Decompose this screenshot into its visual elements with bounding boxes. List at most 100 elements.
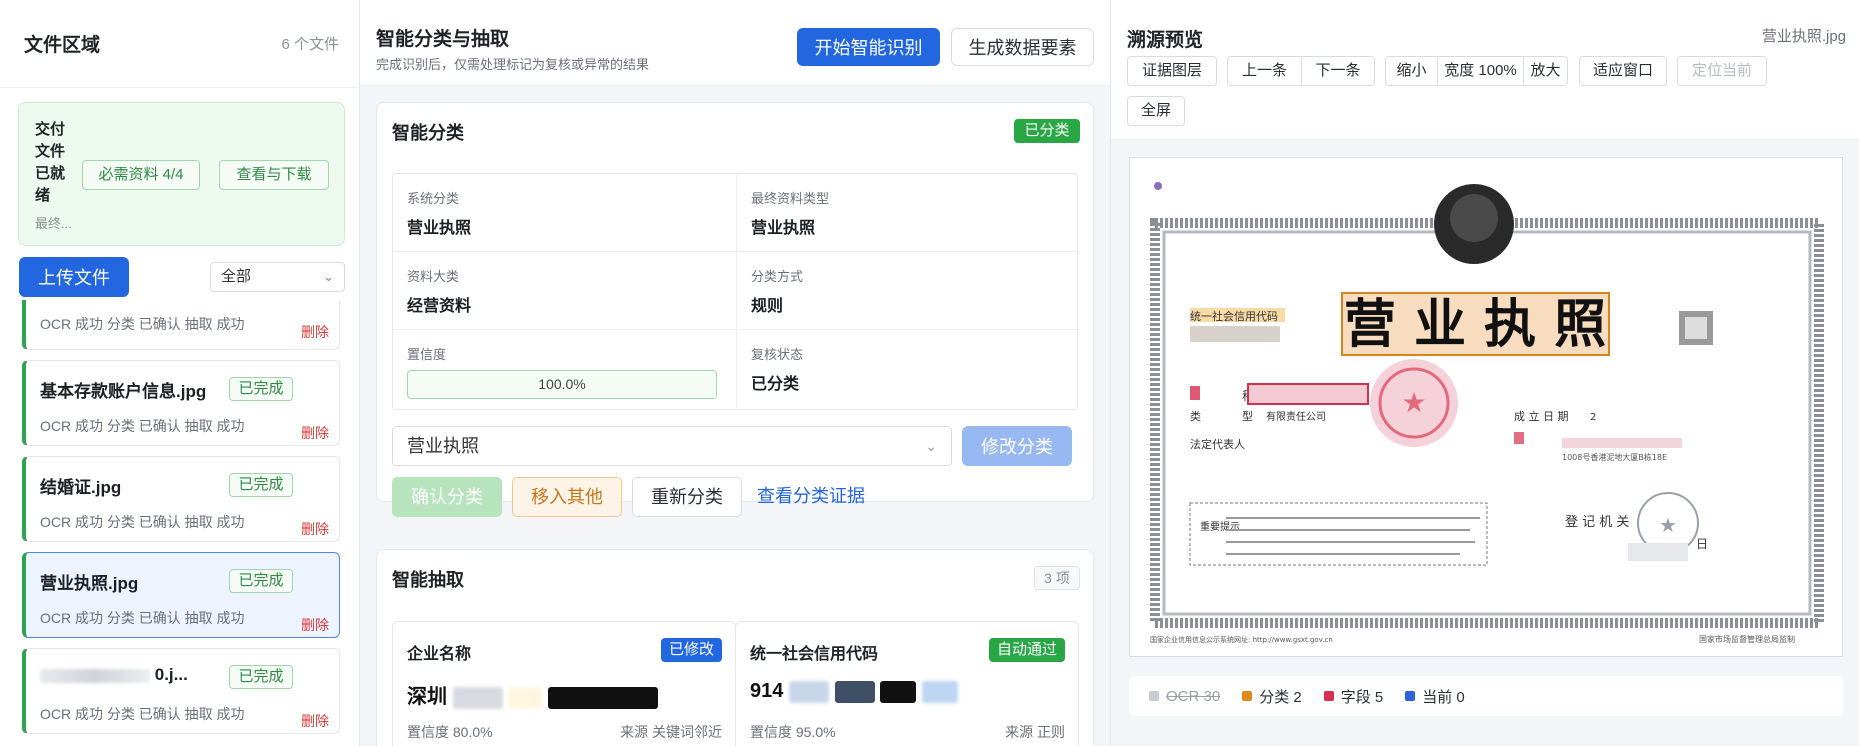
legend-label: 分类 2 <box>1259 688 1302 706</box>
chevron-down-icon: ⌄ <box>323 269 334 284</box>
field-confidence: 置信度 95.0% <box>750 724 836 740</box>
info-label: 复核状态 <box>751 347 804 362</box>
delete-file-button[interactable]: 删除 <box>301 423 329 443</box>
info-label: 分类方式 <box>751 269 804 284</box>
delete-file-button[interactable]: 删除 <box>301 322 329 342</box>
file-item[interactable]: 结婚证.jpg 已完成 OCR 成功 分类 已确认 抽取 成功 删除 <box>22 456 340 542</box>
file-filter-value: 全部 <box>221 268 252 285</box>
generate-data-elements-button[interactable]: 生成数据要素 <box>951 28 1094 66</box>
file-item[interactable]: 0.j... 已完成 OCR 成功 分类 已确认 抽取 成功 删除 <box>22 648 340 734</box>
file-item[interactable]: OCR 成功 分类 已确认 抽取 成功 删除 <box>22 300 340 350</box>
file-name: 基本存款账户信息.jpg <box>40 382 207 401</box>
move-to-other-button[interactable]: 移入其他 <box>512 477 622 517</box>
prev-item-button[interactable]: 上一条 <box>1228 57 1302 85</box>
trace-preview-header: 溯源预览 营业执照.jpg 证据图层 上一条 下一条 缩小 宽度 100% 放大… <box>1111 0 1859 140</box>
company-type-value: 有限责任公司 <box>1266 410 1326 423</box>
file-name-suffix: 0.j... <box>154 665 188 684</box>
redacted-text <box>40 668 150 683</box>
footer-website: 国家企业信用信息公示系统网址: http://www.gsxt.gov.cn <box>1150 635 1333 644</box>
delivery-ready-card: 交付文件已就绪 必需资料 4/4 查看与下载 最终... <box>18 102 345 246</box>
legend-ocr[interactable]: OCR 30 <box>1149 688 1220 705</box>
info-value: 经营资料 <box>407 298 472 315</box>
extracted-field-card[interactable]: 企业名称 已修改 深圳 置信度 80.0% 来源 关键词邻近 <box>392 621 736 746</box>
view-evidence-link[interactable]: 查看分类证据 <box>757 477 877 517</box>
extraction-card: 智能抽取 3 项 企业名称 已修改 深圳 置信度 80.0% 来源 关键词邻近 … <box>376 549 1094 746</box>
next-item-button[interactable]: 下一条 <box>1302 57 1374 85</box>
trace-preview-panel: 溯源预览 营业执照.jpg 证据图层 上一条 下一条 缩小 宽度 100% 放大… <box>1110 0 1859 746</box>
file-status-meta: OCR 成功 分类 已确认 抽取 成功 <box>40 706 245 722</box>
legend-fields[interactable]: 字段 5 <box>1323 686 1384 707</box>
file-panel: 文件区域 6 个文件 交付文件已就绪 必需资料 4/4 查看与下载 最终... … <box>0 0 360 746</box>
modify-classification-button[interactable]: 修改分类 <box>962 426 1072 466</box>
zoom-width-button[interactable]: 宽度 100% <box>1438 57 1524 85</box>
file-done-badge: 已完成 <box>229 473 293 497</box>
classification-card: 智能分类 已分类 系统分类 营业执照 最终资料类型 营业执照 资料大类 经营资料… <box>376 102 1094 517</box>
fit-window-button[interactable]: 适应窗口 <box>1579 56 1667 86</box>
file-item[interactable]: 基本存款账户信息.jpg 已完成 OCR 成功 分类 已确认 抽取 成功 删除 <box>22 360 340 446</box>
address-hint: 1008号香港泥地大厦B栋18E <box>1562 452 1667 462</box>
legend-swatch <box>1405 691 1416 701</box>
start-recognition-button[interactable]: 开始智能识别 <box>797 28 940 66</box>
delete-file-button[interactable]: 删除 <box>301 711 329 731</box>
info-label: 系统分类 <box>407 191 460 206</box>
notice-label: 重要提示 <box>1200 520 1240 533</box>
delete-file-button[interactable]: 删除 <box>301 615 329 635</box>
field-confidence: 置信度 80.0% <box>407 724 493 740</box>
founded-label: 成 立 日 期 <box>1514 409 1569 423</box>
info-value: 已分类 <box>751 376 800 393</box>
file-panel-header: 文件区域 6 个文件 <box>0 0 359 88</box>
legend-label: 字段 5 <box>1340 688 1384 706</box>
field-source: 来源 正则 <box>1005 724 1065 740</box>
classified-badge: 已分类 <box>1014 119 1080 143</box>
info-cell: 最终资料类型 营业执照 <box>736 174 1079 252</box>
redacted-text <box>508 686 543 709</box>
zoom-out-button[interactable]: 缩小 <box>1386 57 1438 85</box>
file-name: 0.j... <box>40 665 188 685</box>
redacted-text <box>921 680 958 703</box>
reclassify-button[interactable]: 重新分类 <box>632 477 742 517</box>
redacted-text <box>547 686 658 709</box>
file-status-meta: OCR 成功 分类 已确认 抽取 成功 <box>40 316 245 332</box>
file-done-badge: 已完成 <box>229 665 293 689</box>
file-name: 营业执照.jpg <box>40 574 139 593</box>
field-value: 深圳 <box>407 680 658 709</box>
confidence-bar: 100.0% <box>407 370 717 399</box>
file-status-meta: OCR 成功 分类 已确认 抽取 成功 <box>40 418 245 434</box>
legal-rep-label: 法定代表人 <box>1190 437 1245 451</box>
upload-file-button[interactable]: 上传文件 <box>19 257 129 297</box>
extracted-field-card[interactable]: 统一社会信用代码 自动通过 914 置信度 95.0% 来源 正则 <box>735 621 1079 746</box>
file-filter-select[interactable]: 全部 ⌄ <box>210 262 345 292</box>
file-done-badge: 已完成 <box>229 377 293 401</box>
info-value: 营业执照 <box>407 220 472 237</box>
field-label: 企业名称 <box>407 646 472 663</box>
evidence-layer-button[interactable]: 证据图层 <box>1127 56 1217 86</box>
delete-file-button[interactable]: 删除 <box>301 519 329 539</box>
legend-classify[interactable]: 分类 2 <box>1242 686 1302 707</box>
document-type-select[interactable]: 营业执照 ⌄ <box>392 426 952 466</box>
field-status-badge: 自动通过 <box>988 638 1065 662</box>
extraction-count-badge: 3 项 <box>1034 566 1080 590</box>
zoom-in-button[interactable]: 放大 <box>1524 57 1567 85</box>
type-label-2: 型 <box>1242 409 1253 423</box>
delivery-ready-text: 交付文件已就绪 <box>35 121 66 204</box>
document-type-value: 营业执照 <box>407 436 479 456</box>
legend-label: 当前 0 <box>1422 688 1465 706</box>
document-preview[interactable]: 营 业 执 照 统一社会信用代码 称 类 型 有限责任公司 法定代表人 ★ 成 … <box>1129 157 1843 657</box>
fullscreen-button[interactable]: 全屏 <box>1127 96 1185 126</box>
view-download-button[interactable]: 查看与下载 <box>219 160 329 190</box>
redacted-text <box>834 680 875 703</box>
info-cell: 分类方式 规则 <box>736 252 1079 330</box>
classify-extract-panel: 智能分类与抽取 完成识别后，仅需处理标记为复核或异常的结果 开始智能识别 生成数… <box>360 0 1110 746</box>
legend-current[interactable]: 当前 0 <box>1405 686 1465 707</box>
panel-subtitle: 完成识别后，仅需处理标记为复核或异常的结果 <box>376 57 650 72</box>
file-item-selected[interactable]: 营业执照.jpg 已完成 OCR 成功 分类 已确认 抽取 成功 删除 <box>22 552 340 638</box>
file-name: 结婚证.jpg <box>40 478 122 497</box>
required-docs-badge: 必需资料 4/4 <box>82 160 200 190</box>
locate-current-button[interactable]: 定位当前 <box>1677 56 1767 86</box>
confirm-classification-button[interactable]: 确认分类 <box>392 477 502 517</box>
info-label: 资料大类 <box>407 269 460 284</box>
info-cell: 系统分类 营业执照 <box>393 174 736 252</box>
field-value-text: 914 <box>750 680 784 702</box>
extraction-title: 智能抽取 <box>392 570 464 590</box>
svg-text:★: ★ <box>1401 386 1426 419</box>
